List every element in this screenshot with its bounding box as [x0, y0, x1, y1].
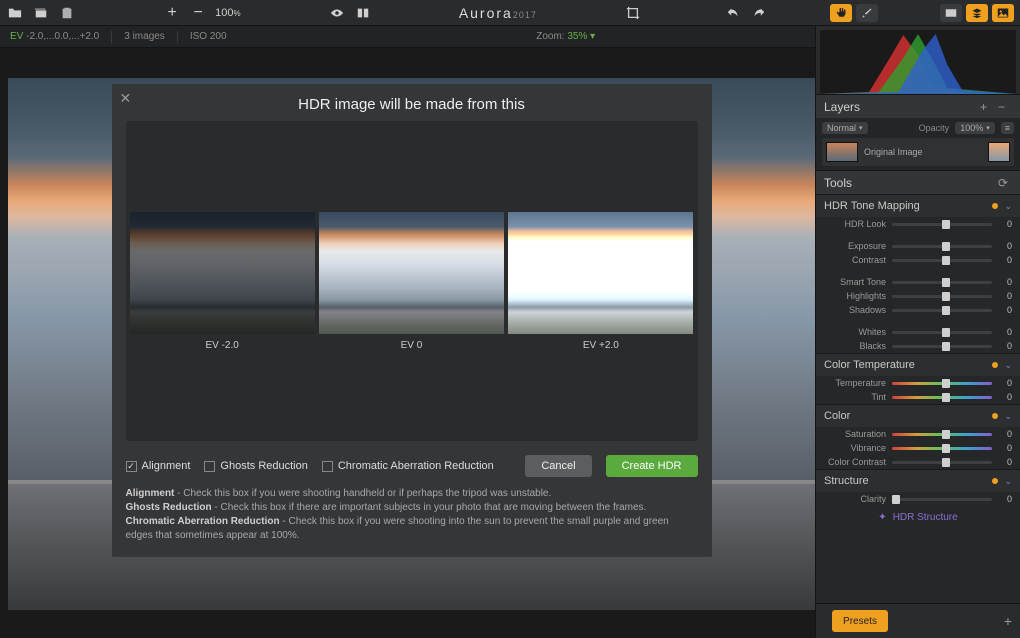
bracket-thumbnail[interactable]	[319, 212, 504, 334]
iso-value: ISO 200	[190, 31, 227, 42]
dialog-title: HDR image will be made from this	[126, 96, 698, 113]
layer-preview-thumbnail	[988, 142, 1010, 162]
opacity-label: Opacity	[919, 123, 950, 133]
right-sidebar: Layers + − Normal ▾ Opacity 100% ▾ ≡ Ori…	[815, 26, 1020, 638]
reset-tools-icon[interactable]: ⟳	[998, 176, 1012, 190]
help-text: Alignment - Check this box if you were s…	[126, 487, 698, 543]
bracket-thumbnail[interactable]	[130, 212, 315, 334]
layers-panel-header[interactable]: Layers + −	[816, 94, 1020, 118]
undo-icon[interactable]	[724, 4, 742, 22]
bracket-label: EV +2.0	[583, 340, 619, 351]
slider-contrast[interactable]: Contrast0	[816, 253, 1020, 267]
slider-highlights[interactable]: Highlights0	[816, 289, 1020, 303]
zoom-in-icon[interactable]: +	[163, 4, 181, 22]
ghosts-reduction-checkbox[interactable]: Ghosts Reduction	[204, 460, 307, 472]
slider-saturation[interactable]: Saturation0	[816, 427, 1020, 441]
layer-name: Original Image	[864, 147, 923, 157]
clipboard-icon[interactable]	[58, 4, 76, 22]
create-hdr-button[interactable]: Create HDR	[606, 455, 698, 477]
image-toggle-button[interactable]	[992, 4, 1014, 22]
hdr-structure-action[interactable]: ✦ HDR Structure	[816, 506, 1020, 528]
crop-icon[interactable]	[624, 4, 642, 22]
histogram-toggle-button[interactable]	[940, 4, 962, 22]
tools-panel-header[interactable]: Tools ⟳	[816, 170, 1020, 194]
bracket-label: EV -2.0	[205, 340, 238, 351]
add-layer-icon[interactable]: +	[980, 100, 994, 114]
hdr-merge-dialog: ✕ HDR image will be made from this EV -2…	[112, 84, 712, 557]
section-color[interactable]: Color⌄	[816, 405, 1020, 427]
blend-mode-select[interactable]: Normal ▾	[822, 122, 868, 134]
eye-icon[interactable]	[328, 4, 346, 22]
ev-range: -2.0,...0.0,...+2.0	[26, 31, 99, 42]
slider-vibrance[interactable]: Vibrance0	[816, 441, 1020, 455]
app-title: Aurora2017	[459, 5, 537, 21]
slider-temperature[interactable]: Temperature0	[816, 376, 1020, 390]
section-structure[interactable]: Structure⌄	[816, 470, 1020, 492]
ev-label: EV	[10, 31, 23, 42]
layer-thumbnail	[826, 142, 858, 162]
section-hdr-tone-mapping[interactable]: HDR Tone Mapping⌄	[816, 195, 1020, 217]
add-preset-icon[interactable]: +	[1004, 613, 1012, 629]
folder-stack-icon[interactable]	[32, 4, 50, 22]
zoom-readout[interactable]: Zoom: 35% ▾	[536, 31, 595, 42]
chromatic-aberration-checkbox[interactable]: Chromatic Aberration Reduction	[322, 460, 494, 472]
layer-row[interactable]: Original Image	[822, 138, 1014, 166]
slider-whites[interactable]: Whites0	[816, 325, 1020, 339]
slider-color-contrast[interactable]: Color Contrast0	[816, 455, 1020, 469]
hand-tool-button[interactable]	[830, 4, 852, 22]
top-toolbar: + − 100% Aurora2017	[0, 0, 1020, 26]
presets-button[interactable]: Presets	[832, 610, 888, 632]
compare-icon[interactable]	[354, 4, 372, 22]
cancel-button[interactable]: Cancel	[525, 455, 591, 477]
close-icon[interactable]: ✕	[120, 90, 132, 107]
slider-exposure[interactable]: Exposure0	[816, 239, 1020, 253]
brush-tool-button[interactable]	[856, 4, 878, 22]
image-count: 3 images	[124, 31, 165, 42]
redo-icon[interactable]	[750, 4, 768, 22]
bracket-thumbnail[interactable]	[508, 212, 693, 334]
slider-hdr-look[interactable]: HDR Look0	[816, 217, 1020, 231]
opacity-value[interactable]: 100% ▾	[955, 122, 995, 134]
hdr-preview-strip: EV -2.0 EV 0 EV +2.0	[126, 121, 698, 441]
folder-open-icon[interactable]	[6, 4, 24, 22]
zoom-value[interactable]: 100%	[215, 7, 240, 19]
slider-blacks[interactable]: Blacks0	[816, 339, 1020, 353]
slider-tint[interactable]: Tint0	[816, 390, 1020, 404]
zoom-out-icon[interactable]: −	[189, 4, 207, 22]
section-color-temperature[interactable]: Color Temperature⌄	[816, 354, 1020, 376]
alignment-checkbox[interactable]: Alignment	[126, 460, 191, 472]
layer-menu-icon[interactable]: ≡	[1001, 122, 1014, 134]
slider-shadows[interactable]: Shadows0	[816, 303, 1020, 317]
layers-toggle-button[interactable]	[966, 4, 988, 22]
bracket-label: EV 0	[401, 340, 423, 351]
slider-clarity[interactable]: Clarity0	[816, 492, 1020, 506]
histogram[interactable]	[820, 30, 1016, 94]
remove-layer-icon[interactable]: −	[998, 100, 1012, 114]
slider-smart-tone[interactable]: Smart Tone0	[816, 275, 1020, 289]
